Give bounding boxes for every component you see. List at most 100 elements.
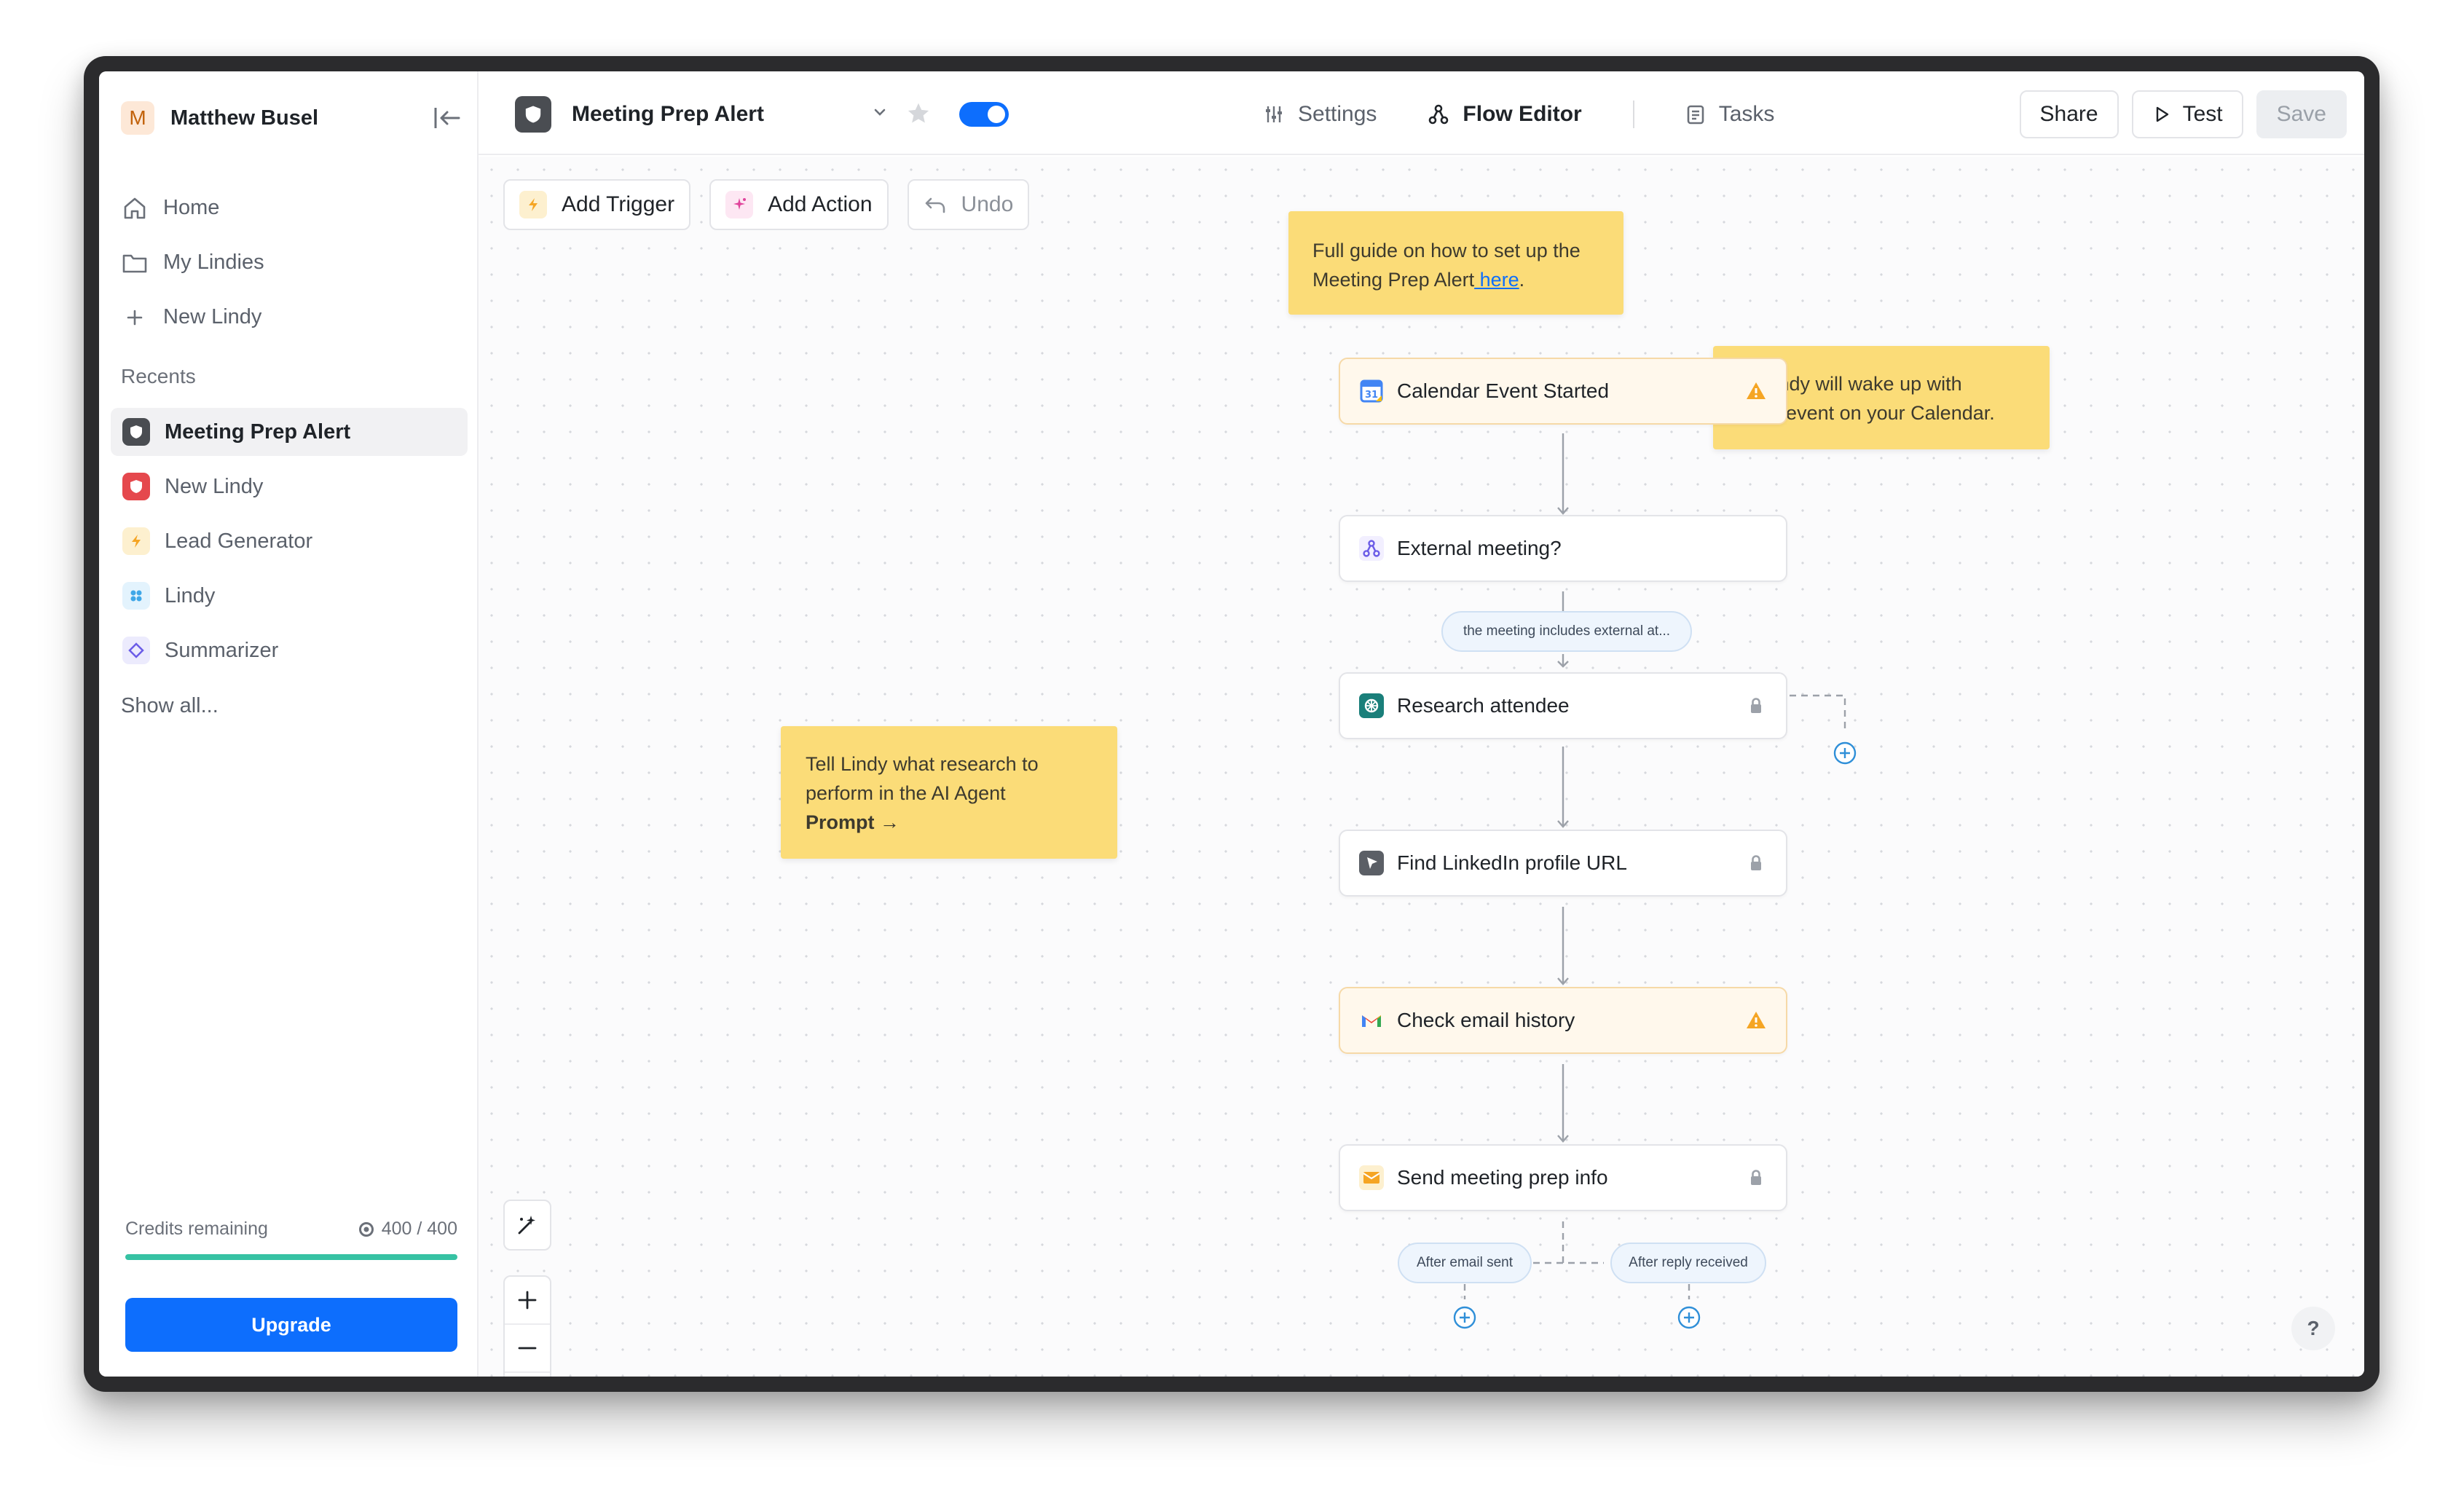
user-name: Matthew Busel bbox=[170, 106, 319, 130]
recent-item-lead-generator[interactable]: Lead Generator bbox=[111, 517, 468, 565]
flow-node-find-linkedin-profile-url[interactable]: Find LinkedIn profile URL bbox=[1339, 830, 1787, 897]
lightning-icon bbox=[122, 527, 150, 555]
clipboard-icon bbox=[1685, 103, 1706, 125]
nav-home[interactable]: Home bbox=[121, 181, 463, 235]
flow-node-calendar-event-started[interactable]: 31 Calendar Event Started bbox=[1339, 358, 1787, 425]
recent-item-label: Summarizer bbox=[165, 638, 279, 662]
test-button-label: Test bbox=[2182, 102, 2223, 126]
flow-enabled-toggle[interactable] bbox=[959, 102, 1009, 127]
guide-note-end: . bbox=[1519, 269, 1525, 291]
flow-node-label: Calendar Event Started bbox=[1397, 379, 1610, 402]
sliders-icon bbox=[1263, 103, 1285, 125]
nav-new-lindy[interactable]: New Lindy bbox=[121, 290, 463, 344]
tab-tasks[interactable]: Tasks bbox=[1685, 102, 1775, 127]
flow-canvas[interactable]: Add Trigger Add Action Undo Full guide o… bbox=[479, 157, 2364, 1377]
share-button-label: Share bbox=[2039, 102, 2098, 126]
tab-divider bbox=[1632, 101, 1634, 128]
research-note-line2: perform in the AI Agent bbox=[806, 782, 1006, 804]
sparkle-icon bbox=[122, 582, 150, 610]
tab-tasks-label: Tasks bbox=[1718, 102, 1775, 126]
guide-link[interactable]: here bbox=[1474, 269, 1519, 291]
zoom-out-button[interactable] bbox=[505, 1325, 550, 1373]
research-note-line3[interactable]: Prompt → bbox=[806, 808, 1093, 837]
tab-settings[interactable]: Settings bbox=[1263, 102, 1377, 127]
zoom-in-button[interactable] bbox=[505, 1277, 550, 1325]
zoom-controls bbox=[503, 1275, 551, 1377]
guide-note-text: Full guide on how to set up the Meeting … bbox=[1312, 240, 1581, 291]
recent-item-label: Lead Generator bbox=[165, 529, 313, 553]
flow-node-research-attendee[interactable]: Research attendee bbox=[1339, 672, 1787, 739]
collapse-sidebar-icon[interactable] bbox=[431, 103, 463, 133]
condition-icon bbox=[1359, 536, 1384, 561]
test-button[interactable]: Test bbox=[2131, 90, 2243, 138]
save-button-label: Save bbox=[2276, 102, 2326, 126]
help-button[interactable]: ? bbox=[2291, 1307, 2335, 1350]
warning-icon bbox=[1745, 1009, 1767, 1036]
credits-label: Credits remaining bbox=[125, 1218, 268, 1239]
recent-item-lindy[interactable]: Lindy bbox=[111, 572, 468, 620]
lock-icon bbox=[1745, 695, 1767, 722]
top-bar: Meeting Prep Alert Settings Flow Editor bbox=[479, 71, 2364, 155]
nav-new-lindy-label: New Lindy bbox=[163, 305, 262, 328]
warning-icon bbox=[1745, 380, 1767, 407]
research-note-line1: Tell Lindy what research to bbox=[806, 753, 1039, 775]
plus-icon bbox=[518, 1291, 537, 1310]
main-nav: Home My Lindies New Lindy bbox=[121, 181, 463, 344]
magic-wand-icon bbox=[505, 1201, 550, 1249]
upgrade-button[interactable]: Upgrade bbox=[125, 1298, 457, 1352]
google-calendar-icon: 31 bbox=[1359, 379, 1384, 403]
lock-icon bbox=[1745, 1167, 1767, 1194]
magic-wand-button[interactable] bbox=[503, 1200, 551, 1251]
plus-icon bbox=[121, 304, 149, 331]
after-reply-received-pill[interactable]: After reply received bbox=[1610, 1243, 1766, 1283]
recent-item-label: Lindy bbox=[165, 583, 216, 607]
folder-icon bbox=[121, 249, 149, 277]
tab-flow-editor-label: Flow Editor bbox=[1463, 102, 1582, 126]
recents-heading: Recents bbox=[121, 365, 196, 387]
sidebar: M Matthew Busel Home My Lindies New Lind… bbox=[99, 71, 479, 1377]
nav-home-label: Home bbox=[163, 196, 220, 219]
condition-branch-pill[interactable]: the meeting includes external at... bbox=[1441, 611, 1692, 652]
flow-node-label: Research attendee bbox=[1397, 694, 1570, 717]
flow-node-label: Check email history bbox=[1397, 1009, 1575, 1031]
recent-item-summarizer[interactable]: Summarizer bbox=[111, 626, 468, 674]
gmail-icon bbox=[1359, 1008, 1384, 1033]
avatar: M bbox=[121, 101, 154, 135]
credits-progress-bar bbox=[125, 1254, 457, 1260]
nav-my-lindies[interactable]: My Lindies bbox=[121, 235, 463, 290]
mail-icon bbox=[1359, 1165, 1384, 1190]
flow-node-label: Send meeting prep info bbox=[1397, 1166, 1608, 1189]
user-menu[interactable]: M Matthew Busel bbox=[121, 96, 463, 140]
save-button[interactable]: Save bbox=[2256, 90, 2347, 138]
app-window: M Matthew Busel Home My Lindies New Lind… bbox=[99, 71, 2364, 1377]
show-all-link[interactable]: Show all... bbox=[121, 694, 219, 718]
fit-view-button[interactable] bbox=[505, 1373, 550, 1377]
play-icon bbox=[2152, 105, 2171, 124]
shield-icon bbox=[122, 473, 150, 500]
tab-flow-editor[interactable]: Flow Editor bbox=[1428, 102, 1582, 127]
guide-note: Full guide on how to set up the Meeting … bbox=[1288, 211, 1623, 315]
research-note: Tell Lindy what research to perform in t… bbox=[781, 726, 1117, 859]
flow-node-external-meeting[interactable]: External meeting? bbox=[1339, 515, 1787, 582]
star-icon[interactable] bbox=[905, 101, 932, 130]
after-email-sent-pill[interactable]: After email sent bbox=[1398, 1243, 1532, 1283]
chevron-down-icon[interactable] bbox=[871, 103, 889, 125]
recents-list: Meeting Prep Alert New Lindy Lead Genera… bbox=[111, 408, 468, 681]
flow-title[interactable]: Meeting Prep Alert bbox=[572, 102, 764, 127]
editor-tabs: Settings Flow Editor Tasks bbox=[1263, 98, 1825, 131]
flow-node-label: Find LinkedIn profile URL bbox=[1397, 851, 1627, 874]
flow-node-check-email-history[interactable]: Check email history bbox=[1339, 987, 1787, 1054]
header-actions: Share Test Save bbox=[2007, 90, 2347, 138]
flow-node-label: External meeting? bbox=[1397, 537, 1562, 559]
tab-settings-label: Settings bbox=[1298, 102, 1377, 126]
recent-item-label: New Lindy bbox=[165, 474, 264, 498]
share-button[interactable]: Share bbox=[2019, 90, 2119, 138]
credits-panel: Credits remaining 400 / 400 bbox=[125, 1218, 457, 1260]
svg-text:31: 31 bbox=[1365, 390, 1378, 401]
flow-node-send-meeting-prep-info[interactable]: Send meeting prep info bbox=[1339, 1144, 1787, 1211]
lock-icon bbox=[1745, 852, 1767, 879]
shield-icon bbox=[122, 418, 150, 446]
recent-item-new-lindy[interactable]: New Lindy bbox=[111, 462, 468, 511]
recent-item-meeting-prep-alert[interactable]: Meeting Prep Alert bbox=[111, 408, 468, 456]
minus-icon bbox=[518, 1347, 537, 1350]
